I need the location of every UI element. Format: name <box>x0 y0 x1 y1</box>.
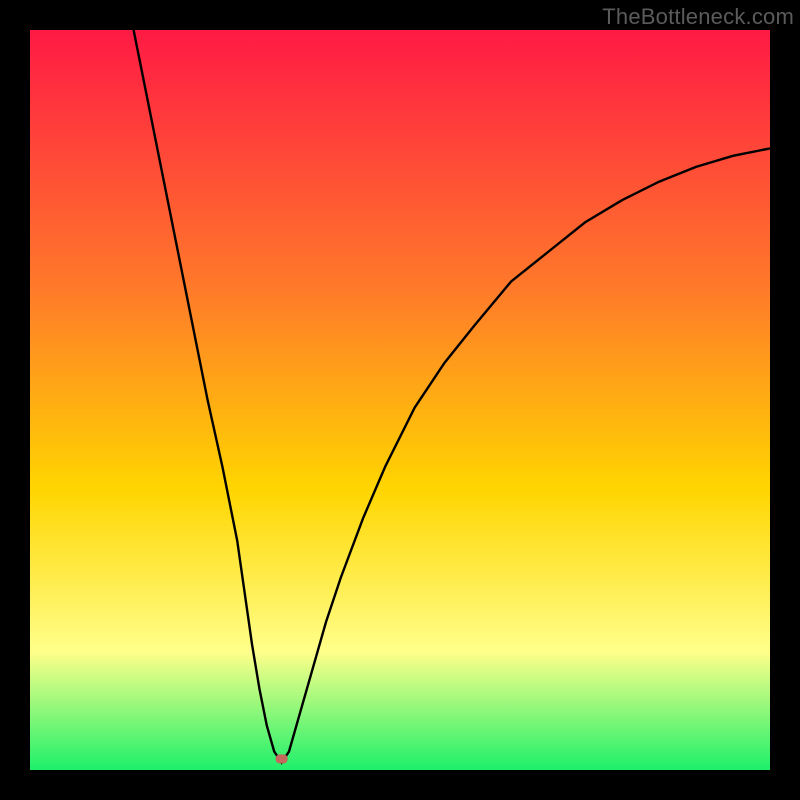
watermark-text: TheBottleneck.com <box>602 4 794 30</box>
chart-svg <box>30 30 770 770</box>
marker-dot <box>276 754 288 763</box>
gradient-background <box>30 30 770 770</box>
plot-area <box>30 30 770 770</box>
chart-frame: TheBottleneck.com <box>0 0 800 800</box>
